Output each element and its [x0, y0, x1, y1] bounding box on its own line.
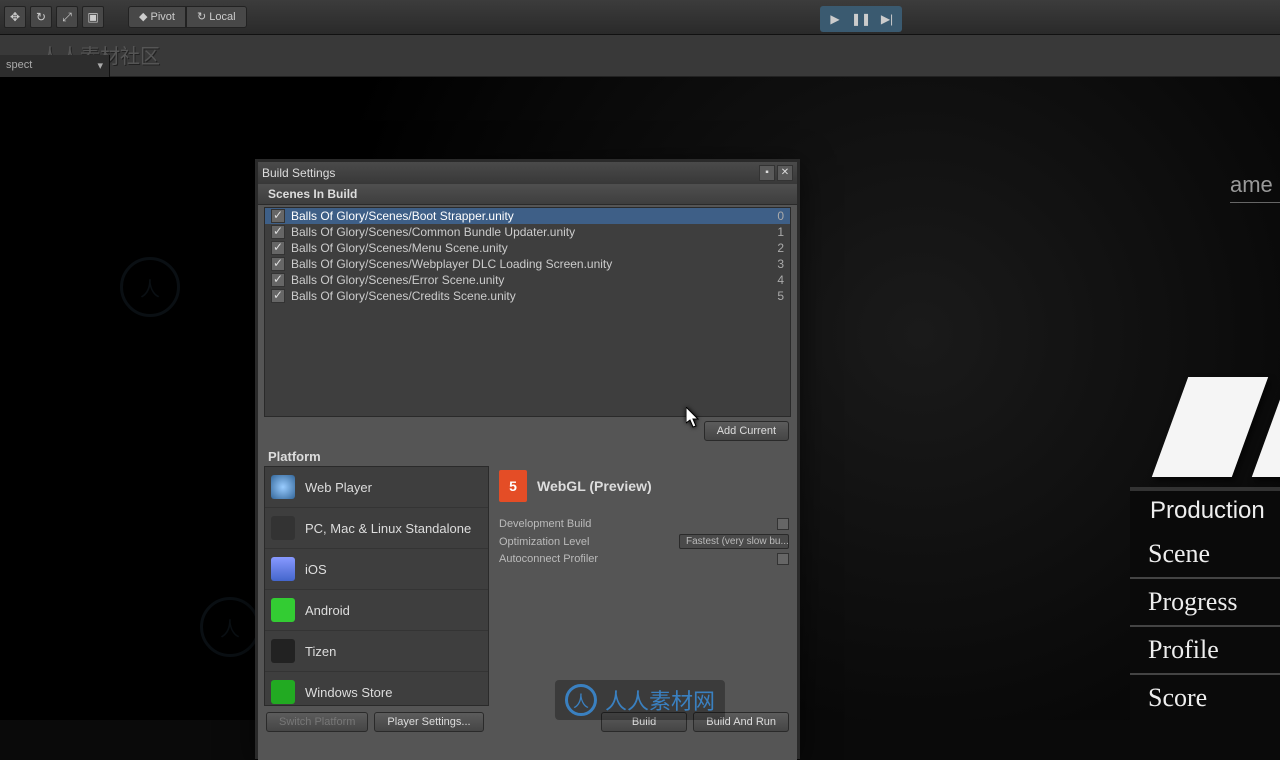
dialog-title-text: Build Settings — [262, 166, 335, 180]
play-button[interactable]: ▶ — [822, 8, 848, 30]
pivot-toggle[interactable]: ◆ Pivot — [128, 6, 186, 28]
checkbox-icon[interactable] — [777, 518, 789, 530]
stage-area: 人 人 人 10,000 [Buy Co ame Institute of Gl… — [0, 77, 1280, 720]
checkbox-icon[interactable] — [271, 257, 285, 271]
clap-row-label: Progress — [1130, 579, 1280, 627]
player-settings-button[interactable]: Player Settings... — [374, 712, 483, 732]
platform-icon — [271, 680, 295, 704]
platform-icon — [271, 598, 295, 622]
platform-row[interactable]: iOS — [265, 549, 488, 590]
scene-path: Balls Of Glory/Scenes/Boot Strapper.unit… — [291, 209, 764, 223]
scene-index: 5 — [764, 289, 784, 303]
scene-index: 4 — [764, 273, 784, 287]
scene-index: 2 — [764, 241, 784, 255]
scene-row[interactable]: Balls Of Glory/Scenes/Webplayer DLC Load… — [265, 256, 790, 272]
play-controls: ▶ ❚❚ ▶| — [820, 6, 902, 32]
dialog-dock-button[interactable]: ▪ — [759, 165, 775, 181]
scene-index: 0 — [764, 209, 784, 223]
scene-row[interactable]: Balls Of Glory/Scenes/Menu Scene.unity2 — [265, 240, 790, 256]
dev-build-option[interactable]: Development Build — [499, 518, 789, 530]
add-current-button[interactable]: Add Current — [704, 421, 789, 441]
scene-index: 1 — [764, 225, 784, 239]
scene-path: Balls Of Glory/Scenes/Credits Scene.unit… — [291, 289, 764, 303]
scene-path: Balls Of Glory/Scenes/Menu Scene.unity — [291, 241, 764, 255]
dialog-close-button[interactable]: ✕ — [777, 165, 793, 181]
platform-name: WebGL (Preview) — [537, 478, 652, 494]
move-tool-button[interactable]: ↻ — [30, 6, 52, 28]
scene-row[interactable]: Balls Of Glory/Scenes/Credits Scene.unit… — [265, 288, 790, 304]
scene-list[interactable]: Balls Of Glory/Scenes/Boot Strapper.unit… — [264, 207, 791, 417]
local-toggle[interactable]: ↻ Local — [186, 6, 247, 28]
platform-icon — [271, 516, 295, 540]
main-toolbar: ✥ ↻ ⤢ ▣ ◆ Pivot ↻ Local ▶ ❚❚ ▶| — [0, 0, 1280, 35]
clapperboard: Production BALLS OF GLOR Scene Progress … — [1130, 377, 1280, 720]
checkbox-icon[interactable] — [271, 289, 285, 303]
rotate-tool-button[interactable]: ⤢ — [56, 6, 78, 28]
platform-icon — [271, 475, 295, 499]
platform-label: Windows Store — [305, 685, 392, 700]
hand-tool-button[interactable]: ✥ — [4, 6, 26, 28]
aspect-dropdown[interactable]: spect▾ — [0, 55, 110, 77]
clapper-stripes — [1152, 377, 1280, 477]
watermark-icon: 人 — [120, 257, 180, 317]
scene-path: Balls Of Glory/Scenes/Common Bundle Upda… — [291, 225, 764, 239]
switch-platform-button[interactable]: Switch Platform — [266, 712, 368, 732]
institute-label: ame Institute — [1230, 172, 1280, 203]
platform-label: Web Player — [305, 480, 372, 495]
checkbox-icon[interactable] — [271, 273, 285, 287]
clap-row-label: Score — [1130, 675, 1280, 720]
bottom-watermark: 人 人人素材网 — [555, 680, 725, 720]
scene-row[interactable]: Balls Of Glory/Scenes/Error Scene.unity4 — [265, 272, 790, 288]
scenes-header: Scenes In Build — [258, 184, 797, 205]
clap-row-label: Scene — [1130, 531, 1280, 579]
scene-row[interactable]: Balls Of Glory/Scenes/Boot Strapper.unit… — [265, 208, 790, 224]
scale-tool-button[interactable]: ▣ — [82, 6, 104, 28]
checkbox-icon[interactable] — [777, 553, 789, 565]
platform-label: PC, Mac & Linux Standalone — [305, 521, 471, 536]
watermark-icon: 人 — [200, 597, 260, 657]
clap-production-label: Production — [1150, 497, 1265, 525]
autoconnect-option[interactable]: Autoconnect Profiler — [499, 553, 789, 565]
step-button[interactable]: ▶| — [874, 8, 900, 30]
watermark-logo-icon: 人 — [565, 684, 597, 716]
dialog-titlebar[interactable]: Build Settings ▪ ✕ — [258, 162, 797, 184]
scene-row[interactable]: Balls Of Glory/Scenes/Common Bundle Upda… — [265, 224, 790, 240]
handle-mode-segment: ◆ Pivot ↻ Local — [128, 6, 247, 28]
optimization-dropdown[interactable]: Fastest (very slow bu... — [679, 534, 789, 549]
platform-icon — [271, 639, 295, 663]
build-settings-dialog: Build Settings ▪ ✕ Scenes In Build Balls… — [255, 159, 800, 759]
platform-header: Platform — [258, 445, 797, 466]
checkbox-icon[interactable] — [271, 209, 285, 223]
checkbox-icon[interactable] — [271, 241, 285, 255]
platform-row[interactable]: PC, Mac & Linux Standalone — [265, 508, 488, 549]
platform-row[interactable]: Windows Store — [265, 672, 488, 706]
platform-row[interactable]: Android — [265, 590, 488, 631]
clap-row-label: Profile — [1130, 627, 1280, 675]
html5-icon: 5 — [499, 470, 527, 502]
checkbox-icon[interactable] — [271, 225, 285, 239]
scene-path: Balls Of Glory/Scenes/Webplayer DLC Load… — [291, 257, 764, 271]
scene-path: Balls Of Glory/Scenes/Error Scene.unity — [291, 273, 764, 287]
platform-list[interactable]: Web Player PC, Mac & Linux Standalone iOS A… — [264, 466, 489, 706]
pause-button[interactable]: ❚❚ — [848, 8, 874, 30]
platform-label: Android — [305, 603, 350, 618]
platform-row[interactable]: Web Player — [265, 467, 488, 508]
platform-label: iOS — [305, 562, 327, 577]
scene-index: 3 — [764, 257, 784, 271]
platform-detail: 5 WebGL (Preview) Development Build Opti… — [497, 466, 791, 706]
platform-row[interactable]: Tizen — [265, 631, 488, 672]
sub-toolbar: 人人素材社区 — [0, 35, 1280, 77]
optimization-option[interactable]: Optimization Level Fastest (very slow bu… — [499, 534, 789, 549]
platform-icon — [271, 557, 295, 581]
platform-label: Tizen — [305, 644, 336, 659]
